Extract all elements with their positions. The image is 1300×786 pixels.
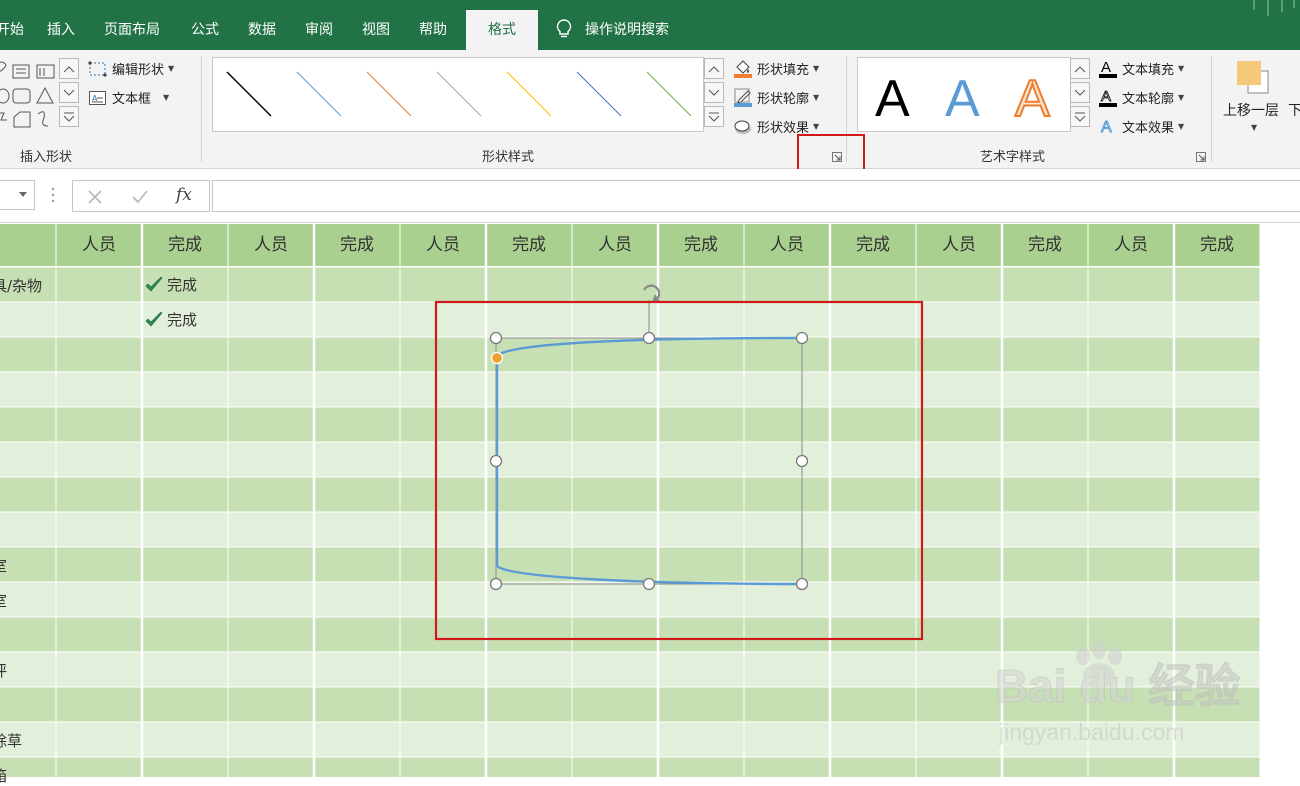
resize-handle-top-right[interactable] (795, 331, 809, 345)
watermark-url: jingyan.baidu.com (998, 719, 1184, 745)
watermark: Bai du 经验 jingyan.baidu.com (995, 640, 1275, 750)
selection-bounding-box (495, 337, 803, 585)
watermark-brand: Bai du 经验 (995, 660, 1240, 712)
adjustment-handle[interactable] (490, 351, 504, 365)
rotate-handle-icon[interactable] (643, 284, 661, 302)
elbow-connector-line[interactable] (495, 336, 803, 586)
highlight-box-shape (434, 300, 924, 641)
resize-handle-bottom[interactable] (642, 577, 656, 591)
resize-handle-bottom-right[interactable] (795, 577, 809, 591)
resize-handle-top-left[interactable] (489, 331, 503, 345)
resize-handle-bottom-left[interactable] (489, 577, 503, 591)
resize-handle-top[interactable] (642, 331, 656, 345)
resize-handle-left[interactable] (489, 454, 503, 468)
resize-handle-right[interactable] (795, 454, 809, 468)
